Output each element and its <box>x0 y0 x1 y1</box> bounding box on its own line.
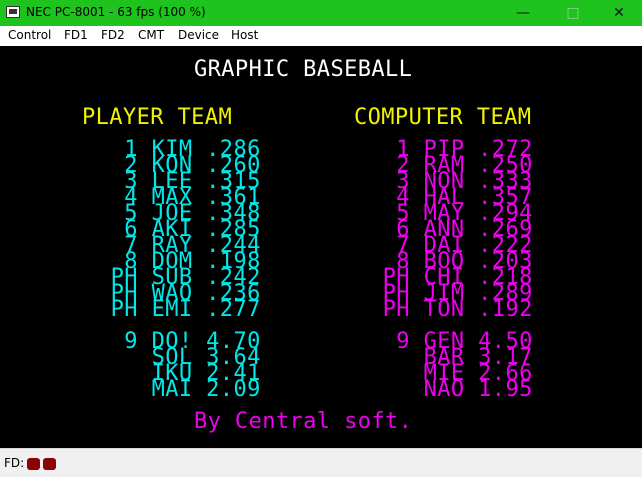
fd1-led-icon <box>27 458 40 470</box>
fd-status-label: FD: <box>4 456 25 470</box>
fd2-led-icon <box>43 458 56 470</box>
close-button[interactable]: ✕ <box>596 0 642 26</box>
menu-fd1[interactable]: FD1 <box>64 28 88 42</box>
computer-team-heading: COMPUTER TEAM <box>354 105 532 130</box>
emulator-screen[interactable]: GRAPHIC BASEBALL PLAYER TEAM COMPUTER TE… <box>0 46 642 448</box>
menu-control[interactable]: Control <box>8 28 51 42</box>
player-team-heading: PLAYER TEAM <box>82 105 233 130</box>
credit-text: By Central soft. <box>194 409 413 434</box>
computer-row: PH TON .192 <box>369 297 533 322</box>
player-row: PH EMI .277 <box>97 297 261 322</box>
menu-host[interactable]: Host <box>231 28 258 42</box>
pitcher-row: MAI 2.09 <box>97 377 261 402</box>
maximize-button[interactable]: □ <box>550 0 596 26</box>
status-bar: FD: <box>0 448 642 477</box>
menu-bar: Control FD1 FD2 CMT Device Host <box>0 26 642 46</box>
title-bar: NEC PC-8001 - 63 fps (100 %) — □ ✕ <box>0 0 642 26</box>
pitcher-row: NAO 1.95 <box>369 377 533 402</box>
menu-cmt[interactable]: CMT <box>138 28 164 42</box>
minimize-button[interactable]: — <box>500 0 546 26</box>
app-icon <box>6 6 20 18</box>
game-title: GRAPHIC BASEBALL <box>194 57 413 82</box>
menu-fd2[interactable]: FD2 <box>101 28 125 42</box>
window-title: NEC PC-8001 - 63 fps (100 %) <box>26 5 206 19</box>
menu-device[interactable]: Device <box>178 28 219 42</box>
